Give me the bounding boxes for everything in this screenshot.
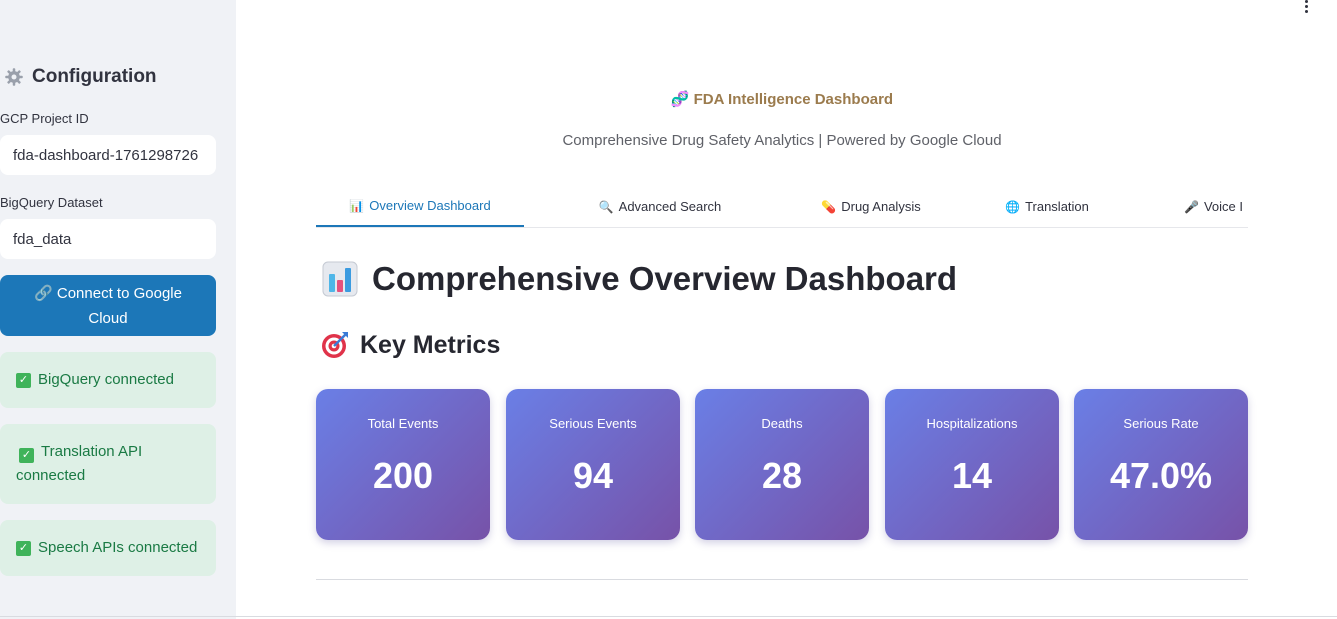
sidebar-title: Configuration (4, 66, 157, 88)
metric-card-serious-rate: Serious Rate 47.0% (1074, 389, 1248, 540)
target-icon (322, 332, 348, 358)
metric-value: 14 (951, 455, 993, 496)
dataset-input[interactable] (0, 219, 216, 259)
metric-card-total-events: Total Events 200 (316, 389, 490, 540)
metric-card-deaths: Deaths 28 (695, 389, 869, 540)
metric-value: 47.0% (1109, 455, 1213, 496)
tab-voice[interactable]: 🎤 Voice I (1184, 186, 1248, 227)
bigquery-status-text: BigQuery connected (38, 371, 174, 388)
metric-label: Serious Events (549, 416, 637, 431)
key-metrics-heading: Key Metrics (320, 330, 500, 360)
sidebar: Configuration GCP Project ID BigQuery Da… (0, 0, 236, 619)
tab-bar: 📊 Overview Dashboard 🔍 Advanced Search 💊… (316, 186, 1248, 228)
check-icon: ✓ (19, 448, 34, 463)
tab-advanced-search[interactable]: 🔍 Advanced Search (580, 186, 740, 227)
metric-label: Serious Rate (1123, 416, 1199, 431)
tab-translation[interactable]: 🌐 Translation (996, 186, 1098, 227)
gear-icon (5, 68, 23, 86)
page-subtitle: Comprehensive Drug Safety Analytics | Po… (562, 132, 1002, 149)
section-heading-text: Comprehensive Overview Dashboard (372, 260, 958, 297)
page-title: 🧬 FDA Intelligence Dashboard (670, 91, 894, 108)
section-divider (316, 579, 1248, 580)
translation-status-text: Translation API connected (16, 443, 143, 484)
connect-google-cloud-button[interactable]: 🔗 Connect to Google Cloud (0, 275, 216, 336)
key-metrics-heading-text: Key Metrics (360, 330, 501, 359)
check-icon: ✓ (16, 372, 31, 388)
speech-status-alert: ✓ Speech APIs connected (0, 520, 216, 576)
bigquery-status-alert: ✓ BigQuery connected (0, 352, 216, 408)
dna-icon: 🧬 (670, 91, 690, 108)
microphone-icon: 🎤 (1184, 199, 1199, 214)
metric-label: Hospitalizations (926, 416, 1018, 431)
window-bottom-border (0, 616, 1337, 617)
bar-chart-icon (322, 261, 358, 297)
bar-chart-icon: 📊 (349, 198, 365, 213)
dataset-label: BigQuery Dataset (0, 195, 103, 210)
translation-status-alert: ✓ Translation API connected (0, 424, 216, 504)
tab-drug-analysis[interactable]: 💊 Drug Analysis (796, 186, 946, 227)
sidebar-title-text: Configuration (32, 66, 157, 87)
metric-value: 94 (572, 455, 614, 496)
main-menu-icon[interactable] (1303, 0, 1309, 14)
check-icon: ✓ (16, 540, 31, 556)
pill-icon: 💊 (821, 199, 837, 214)
project-id-label: GCP Project ID (0, 111, 89, 126)
metric-card-hospitalizations: Hospitalizations 14 (885, 389, 1059, 540)
metric-value: 200 (372, 455, 434, 496)
metric-label: Total Events (367, 416, 439, 431)
project-id-input[interactable] (0, 135, 216, 175)
metric-value: 28 (761, 455, 803, 496)
globe-icon: 🌐 (1005, 199, 1021, 214)
tab-overview-dashboard[interactable]: 📊 Overview Dashboard (316, 186, 524, 227)
speech-status-text: Speech APIs connected (38, 539, 198, 556)
section-heading: Comprehensive Overview Dashboard (322, 260, 957, 298)
metric-card-serious-events: Serious Events 94 (506, 389, 680, 540)
magnifier-icon: 🔍 (598, 199, 614, 214)
metric-label: Deaths (761, 416, 803, 431)
